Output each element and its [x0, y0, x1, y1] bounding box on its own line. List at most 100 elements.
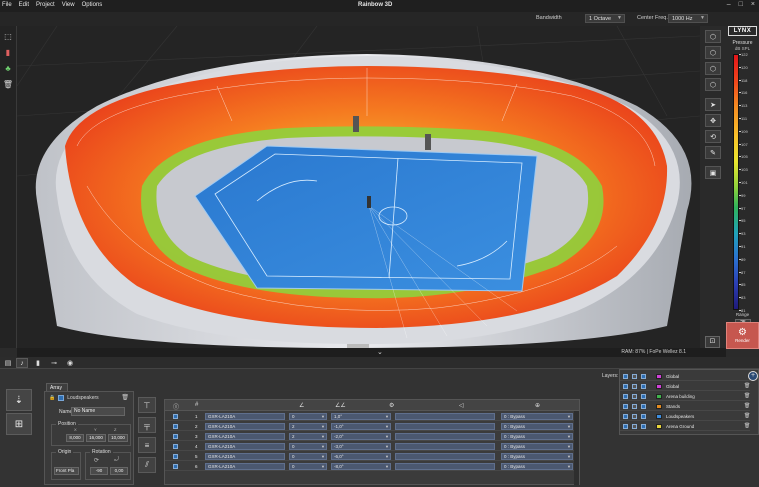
row-model[interactable]: GXR-LA210A [205, 433, 285, 440]
row-mode-select[interactable]: 0 : Bypass ▼ [501, 453, 573, 460]
cube-add-icon[interactable]: ⬚ [2, 30, 14, 42]
center-freq-select[interactable]: 1000 Hz ▼ [668, 14, 708, 23]
view-iso-icon[interactable]: ⬡ [705, 30, 721, 43]
settings-icon[interactable]: ◉ [64, 358, 76, 368]
row-count-select[interactable]: 0 ▼ [289, 463, 327, 470]
menu-file[interactable]: File [2, 2, 12, 8]
name-input[interactable]: No Name [71, 407, 125, 416]
row-model[interactable]: GXR-LA210A [205, 453, 285, 460]
layer-item[interactable]: Stands 🗑 [620, 403, 750, 411]
camera-icon[interactable]: ▣ [705, 166, 721, 179]
trash-icon[interactable]: 🗑 [121, 394, 129, 401]
row-checkbox[interactable] [173, 434, 178, 439]
trash-icon[interactable]: 🗑 [744, 383, 750, 389]
rotation-azimuth-input[interactable]: -90 [90, 467, 108, 475]
eye-icon[interactable] [623, 394, 628, 399]
measure-icon[interactable]: ✎ [705, 146, 721, 159]
eye-icon[interactable] [623, 404, 628, 409]
row-mode-select[interactable]: 0 : Bypass ▼ [501, 413, 573, 420]
table-row[interactable]: 6 GXR-LA210A 0 ▼ -8,0° ▼ 0 : Bypass ▼ [165, 462, 579, 471]
position-y-input[interactable]: 16,000 [86, 434, 106, 442]
view-front-icon[interactable]: ⬡ [705, 46, 721, 59]
layer-item[interactable]: Loudspeakers 🗑 [620, 413, 750, 421]
row-angle-select[interactable]: -2,0° ▼ [331, 433, 391, 440]
rotation-tilt-input[interactable]: 0,00 [110, 467, 128, 475]
row-model[interactable]: GXR-LA210A [205, 413, 285, 420]
row-checkbox[interactable] [173, 454, 178, 459]
lock-icon[interactable] [632, 404, 637, 409]
visibility-checkbox[interactable] [58, 395, 65, 401]
layers-icon[interactable]: ▤ [2, 358, 14, 368]
position-z-input[interactable]: 10,000 [108, 434, 128, 442]
table-row[interactable]: 2 GXR-LA210A 2 ▼ -1,0° ▼ 0 : Bypass ▼ [165, 422, 579, 431]
layer-item[interactable]: Arena building 🗑 [620, 393, 750, 401]
receiver-icon[interactable]: ▮ [32, 358, 44, 368]
eye-icon[interactable] [623, 414, 628, 419]
table-row[interactable]: 3 GXR-LA210A 2 ▼ -2,0° ▼ 0 : Bypass ▼ [165, 432, 579, 441]
flybar-icon[interactable]: ╤ [138, 417, 156, 433]
row-angle-select[interactable]: -3,0° ▼ [331, 443, 391, 450]
trash-icon[interactable]: 🗑 [744, 403, 750, 409]
lock-icon[interactable] [632, 414, 637, 419]
row-mode-select[interactable]: 0 : Bypass ▼ [501, 443, 573, 450]
render-button[interactable]: ⚙ Render [726, 322, 759, 349]
layer-color-swatch[interactable] [656, 404, 662, 409]
row-angle-select[interactable]: -6,0° ▼ [331, 453, 391, 460]
select-icon[interactable] [641, 414, 646, 419]
row-angle-select[interactable]: -1,0° ▼ [331, 423, 391, 430]
add-layer-icon[interactable]: + [748, 371, 758, 381]
row-checkbox[interactable] [173, 444, 178, 449]
eye-icon[interactable] [623, 424, 628, 429]
trash-icon[interactable]: 🗑 [744, 423, 750, 429]
speaker-cluster[interactable] [353, 116, 359, 132]
layer-item[interactable]: Arena Ground 🗑 [620, 423, 750, 431]
eye-icon[interactable] [623, 374, 628, 379]
mic-icon[interactable]: ⊸ [48, 358, 60, 368]
layer-item[interactable]: Global [620, 373, 750, 381]
pin-icon[interactable]: ⊡ [705, 336, 720, 348]
lock-icon[interactable] [632, 374, 637, 379]
table-row[interactable]: 5 GXR-LA210A 0 ▼ -6,0° ▼ 0 : Bypass ▼ [165, 452, 579, 461]
array-grid-icon[interactable]: ⊞ [6, 413, 32, 435]
row-count-select[interactable]: 2 ▼ [289, 433, 327, 440]
position-x-input[interactable]: 8,000 [66, 434, 84, 442]
select-icon[interactable] [641, 394, 646, 399]
bandwidth-select[interactable]: 1 Octave ▼ [585, 14, 625, 23]
hang-point-icon[interactable]: ⊤ [138, 397, 156, 413]
select-icon[interactable] [641, 404, 646, 409]
speaker-cluster[interactable] [425, 134, 431, 150]
layer-color-swatch[interactable] [656, 384, 662, 389]
speaker-cluster[interactable] [367, 196, 371, 208]
row-checkbox[interactable] [173, 464, 178, 469]
row-count-select[interactable]: 0 ▼ [289, 443, 327, 450]
eye-icon[interactable] [623, 384, 628, 389]
orbit-icon[interactable]: ⟲ [705, 130, 721, 143]
menu-view[interactable]: View [62, 2, 75, 8]
row-count-select[interactable]: 0 ▼ [289, 413, 327, 420]
menu-options[interactable]: Options [82, 2, 103, 8]
menu-edit[interactable]: Edit [19, 2, 29, 8]
trash-icon[interactable]: 🗑 [744, 413, 750, 419]
lock-icon[interactable] [632, 424, 637, 429]
row-mode-select[interactable]: 0 : Bypass ▼ [501, 433, 573, 440]
audience-icon[interactable]: ♣ [2, 62, 14, 74]
row-model[interactable]: GXR-LA210A [205, 443, 285, 450]
table-scrollbar[interactable] [574, 411, 579, 485]
row-checkbox[interactable] [173, 414, 178, 419]
chevron-down-icon[interactable]: ⌄ [377, 348, 383, 356]
row-mode-select[interactable]: 0 : Bypass ▼ [501, 463, 573, 470]
layer-color-swatch[interactable] [656, 424, 662, 429]
maximize-button[interactable]: □ [739, 1, 743, 8]
minimize-button[interactable]: – [727, 1, 731, 8]
3d-viewport[interactable] [17, 26, 700, 348]
select-icon[interactable] [641, 384, 646, 389]
layer-color-swatch[interactable] [656, 414, 662, 419]
table-row[interactable]: 4 GXR-LA210A 0 ▼ -3,0° ▼ 0 : Bypass ▼ [165, 442, 579, 451]
origin-select[interactable]: Front Pla [54, 467, 79, 475]
layer-color-swatch[interactable] [656, 394, 662, 399]
row-mode-select[interactable]: 0 : Bypass ▼ [501, 423, 573, 430]
splay-icon[interactable]: ⫽ [138, 457, 156, 473]
trash-icon[interactable]: 🗑 [744, 393, 750, 399]
row-model[interactable]: GXR-LA210A [205, 463, 285, 470]
row-model[interactable]: GXR-LA210A [205, 423, 285, 430]
